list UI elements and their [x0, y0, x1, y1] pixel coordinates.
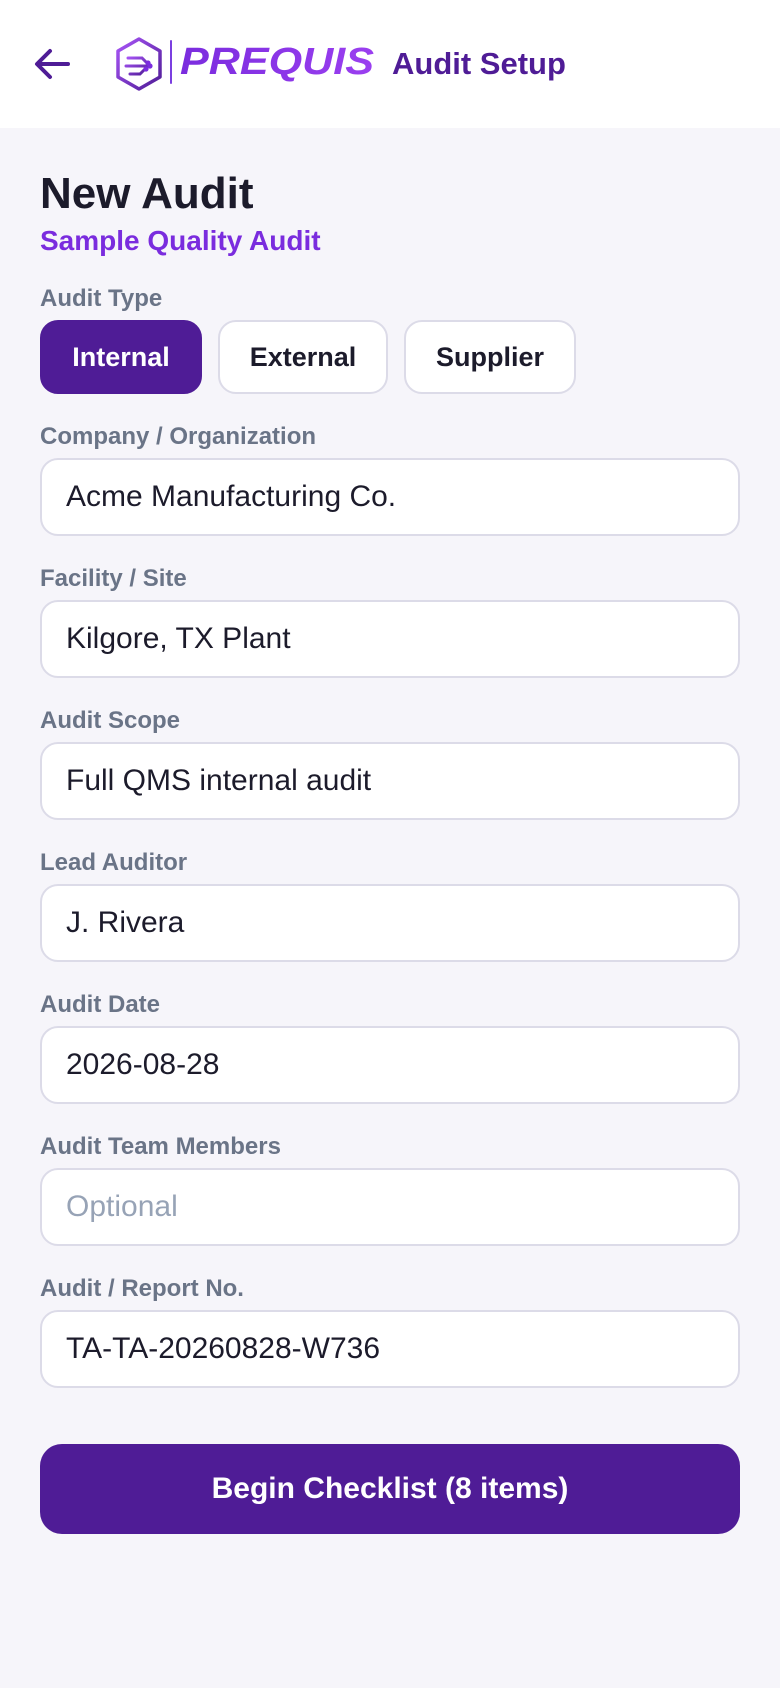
facility-label: Facility / Site — [40, 565, 187, 592]
scope-input[interactable] — [40, 742, 740, 820]
prequis-wordmark: PREQUIS — [180, 41, 374, 82]
audit-type-external-button[interactable]: External — [218, 320, 388, 394]
back-button[interactable] — [28, 38, 76, 90]
report-no-label: Audit / Report No. — [40, 1275, 244, 1302]
audit-type-label: Audit Type — [40, 285, 163, 312]
lead-auditor-label: Lead Auditor — [40, 849, 188, 876]
team-members-input[interactable] — [40, 1168, 740, 1246]
scope-label: Audit Scope — [40, 707, 181, 734]
audit-type-supplier-button[interactable]: Supplier — [404, 320, 576, 394]
page-title: New Audit — [40, 169, 254, 218]
report-no-input[interactable] — [40, 1310, 740, 1388]
company-label: Company / Organization — [40, 423, 317, 450]
lead-auditor-input[interactable] — [40, 884, 740, 962]
prequis-logo-icon — [116, 37, 162, 91]
begin-checklist-button[interactable]: Begin Checklist (8 items) — [40, 1444, 740, 1534]
audit-type-internal-button[interactable]: Internal — [40, 320, 202, 394]
facility-input[interactable] — [40, 600, 740, 678]
logo-divider — [170, 40, 172, 84]
company-input[interactable] — [40, 458, 740, 536]
svg-text:PREQUIS: PREQUIS — [180, 41, 374, 82]
audit-date-input[interactable] — [40, 1026, 740, 1104]
page-subtitle: Sample Quality Audit — [40, 225, 321, 256]
team-members-label: Audit Team Members — [40, 1133, 281, 1160]
audit-date-label: Audit Date — [40, 991, 160, 1018]
header-title: Audit Setup — [392, 46, 566, 81]
app-header: PREQUIS Audit Setup — [0, 0, 780, 128]
arrow-left-icon — [35, 49, 70, 79]
